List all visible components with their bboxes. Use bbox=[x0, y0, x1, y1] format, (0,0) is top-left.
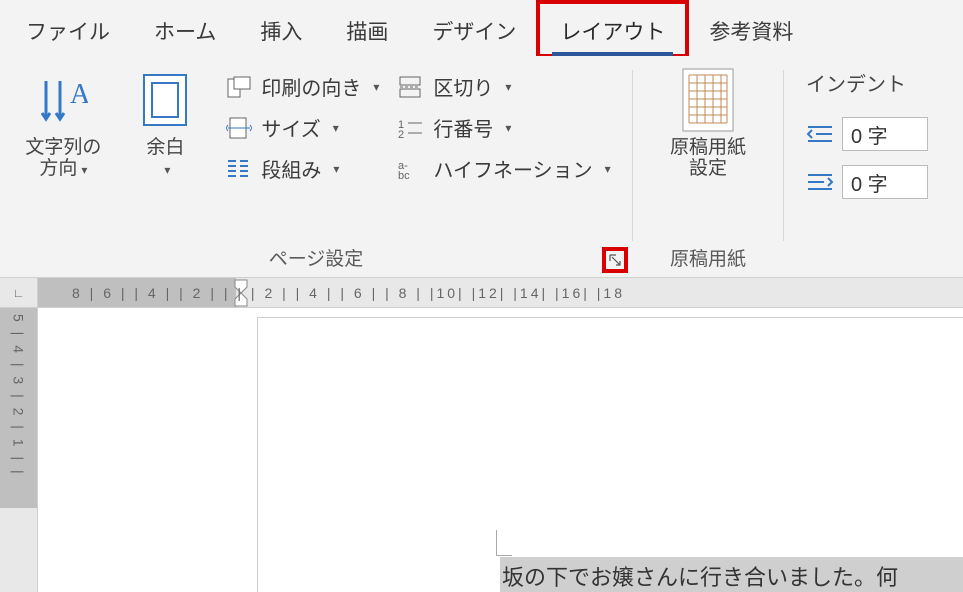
ribbon: A 文字列の 方向▾ 余白▾ 印刷の向き ▾ bbox=[0, 56, 963, 278]
size-button[interactable]: サイズ ▾ bbox=[225, 113, 379, 142]
text-direction-icon: A bbox=[38, 68, 88, 132]
chevron-down-icon: ▾ bbox=[501, 121, 511, 135]
chevron-down-icon: ▾ bbox=[160, 163, 170, 177]
margins-button[interactable]: 余白▾ bbox=[123, 68, 207, 180]
page-setup-stack-1: 印刷の向き ▾ サイズ ▾ 段組み ▾ bbox=[225, 68, 379, 183]
text-direction-label: 文字列の 方向▾ bbox=[25, 138, 101, 180]
hyphenation-label: ハイフネーション bbox=[433, 154, 592, 183]
columns-button[interactable]: 段組み ▾ bbox=[225, 154, 379, 183]
document-area[interactable]: 坂の下でお嬢さんに行き合いました。何 bbox=[38, 308, 963, 592]
chevron-down-icon: ▾ bbox=[77, 163, 87, 177]
text-direction-button[interactable]: A 文字列の 方向▾ bbox=[21, 68, 105, 180]
page bbox=[258, 318, 963, 592]
indent-right-row bbox=[806, 165, 928, 199]
indent-left-icon bbox=[806, 123, 834, 145]
margins-icon bbox=[142, 68, 188, 132]
indent-left-input[interactable] bbox=[842, 117, 928, 151]
group-label-manuscript: 原稿用紙 bbox=[670, 240, 746, 271]
indent-left-row bbox=[806, 117, 928, 151]
orientation-button[interactable]: 印刷の向き ▾ bbox=[225, 72, 379, 101]
page-setup-stack-2: 区切り ▾ 12 行番号 ▾ a-bc ハイフネーション ▾ bbox=[397, 68, 610, 183]
tab-strip: ファイル ホーム 挿入 描画 デザイン レイアウト 参考資料 bbox=[0, 0, 963, 56]
ruler-v-ticks: 5 | 4 | 3 | 2 | 1 | | bbox=[11, 308, 27, 477]
size-icon bbox=[225, 116, 253, 140]
group-label-page-setup: ページ設定 bbox=[269, 240, 364, 271]
breaks-label: 区切り bbox=[433, 72, 493, 101]
chevron-down-icon: ▾ bbox=[329, 121, 339, 135]
vertical-ruler[interactable]: 5 | 4 | 3 | 2 | 1 | | bbox=[0, 308, 38, 592]
svg-text:A: A bbox=[70, 79, 88, 110]
manuscript-icon bbox=[679, 68, 737, 132]
page-setup-dialog-launcher[interactable] bbox=[602, 247, 628, 273]
columns-icon bbox=[225, 157, 253, 181]
svg-text:bc: bc bbox=[398, 170, 410, 181]
breaks-icon bbox=[397, 75, 425, 99]
indent-title: インデント bbox=[806, 68, 928, 103]
document-text[interactable]: 坂の下でお嬢さんに行き合いました。何 bbox=[500, 557, 963, 592]
tab-references[interactable]: 参考資料 bbox=[687, 2, 815, 56]
svg-text:2: 2 bbox=[398, 129, 404, 140]
chevron-down-icon: ▾ bbox=[601, 162, 611, 176]
group-indent: インデント bbox=[784, 56, 963, 277]
tab-draw[interactable]: 描画 bbox=[324, 2, 410, 56]
horizontal-ruler[interactable]: 8 | 6 | | 4 | | 2 | | | | 2 | | 4 | | 6 … bbox=[38, 278, 963, 308]
tab-insert[interactable]: 挿入 bbox=[238, 2, 324, 56]
tab-design[interactable]: デザイン bbox=[410, 2, 538, 56]
tab-home[interactable]: ホーム bbox=[132, 2, 238, 56]
margins-label: 余白▾ bbox=[146, 138, 184, 180]
workspace: ∟ 8 | 6 | | 4 | | 2 | | | | 2 | | 4 | | … bbox=[0, 278, 963, 592]
breaks-button[interactable]: 区切り ▾ bbox=[397, 72, 610, 101]
ruler-h-ticks: 8 | 6 | | 4 | | 2 | | | | 2 | | 4 | | 6 … bbox=[38, 285, 625, 301]
hyphenation-button[interactable]: a-bc ハイフネーション ▾ bbox=[397, 154, 610, 183]
ruler-corner: ∟ bbox=[0, 278, 38, 308]
chevron-down-icon: ▾ bbox=[329, 162, 339, 176]
indent-right-icon bbox=[806, 171, 834, 193]
tab-layout[interactable]: レイアウト bbox=[538, 2, 687, 56]
group-manuscript: 原稿用紙 設定 原稿用紙 bbox=[633, 56, 783, 277]
line-numbers-button[interactable]: 12 行番号 ▾ bbox=[397, 113, 610, 142]
orientation-icon bbox=[225, 75, 253, 99]
group-page-setup: A 文字列の 方向▾ 余白▾ 印刷の向き ▾ bbox=[0, 56, 632, 277]
cursor-guide bbox=[496, 530, 512, 556]
manuscript-settings-button[interactable]: 原稿用紙 設定 bbox=[653, 68, 763, 180]
orientation-label: 印刷の向き bbox=[261, 72, 361, 101]
chevron-down-icon: ▾ bbox=[369, 80, 379, 94]
line-numbers-icon: 12 bbox=[397, 116, 425, 140]
chevron-down-icon: ▾ bbox=[501, 80, 511, 94]
size-label: サイズ bbox=[261, 113, 320, 142]
hyphenation-icon: a-bc bbox=[397, 157, 425, 181]
indent-right-input[interactable] bbox=[842, 165, 928, 199]
manuscript-settings-label: 原稿用紙 設定 bbox=[670, 138, 746, 180]
line-numbers-label: 行番号 bbox=[433, 113, 493, 142]
tab-file[interactable]: ファイル bbox=[4, 2, 132, 56]
columns-label: 段組み bbox=[261, 154, 321, 183]
